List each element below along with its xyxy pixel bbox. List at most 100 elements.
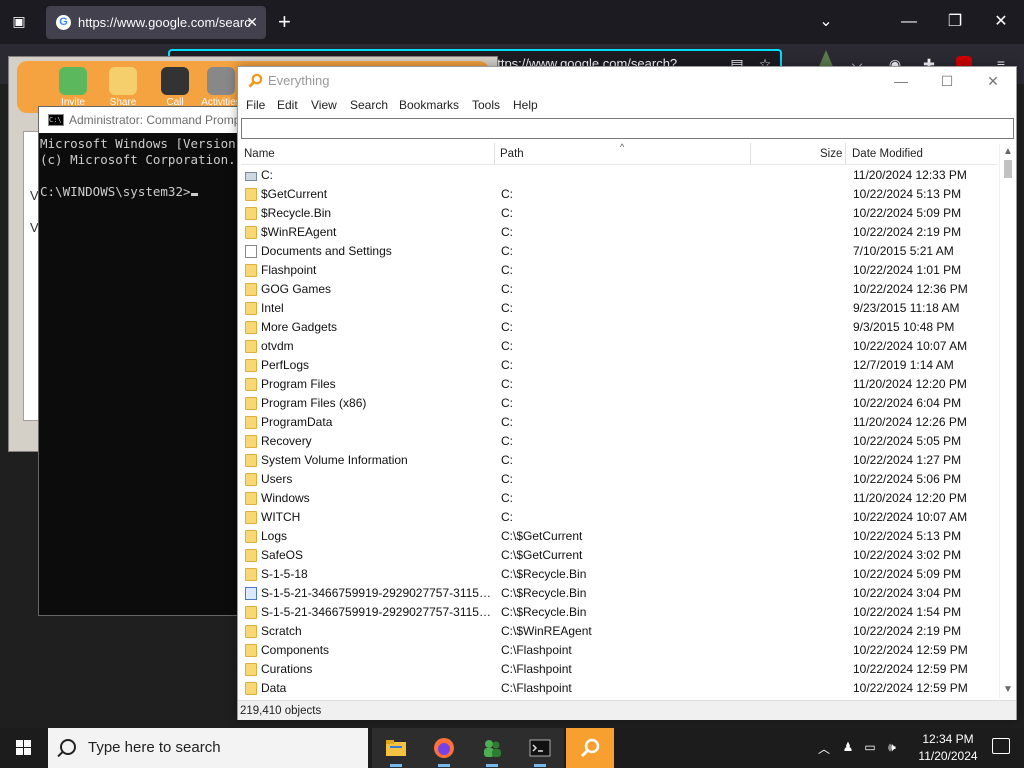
column-size[interactable]: Size <box>817 143 842 165</box>
scroll-down-icon[interactable]: ▼ <box>1000 682 1016 698</box>
result-row[interactable]: WITCH C: 10/22/2024 10:07 AM <box>241 508 997 527</box>
menu-search[interactable]: Search <box>350 98 388 112</box>
new-tab-button[interactable]: + <box>278 8 291 36</box>
network-icon[interactable]: ▭ <box>862 740 878 754</box>
result-row[interactable]: $WinREAgent C: 10/22/2024 2:19 PM <box>241 223 997 242</box>
activities-icon <box>207 67 235 95</box>
result-row[interactable]: S-1-5-21-3466759919-2929027757-3115332..… <box>241 584 997 603</box>
close-button[interactable]: ✕ <box>970 67 1016 95</box>
search-input[interactable] <box>241 118 1014 139</box>
vertical-scrollbar[interactable]: ▲ ▼ <box>999 144 1016 698</box>
minimize-button[interactable]: — <box>878 67 924 95</box>
result-path: C:\Flashpoint <box>501 643 572 657</box>
everything-window: Everything — ☐ ✕ File Edit View Search B… <box>237 66 1017 720</box>
result-name: Flashpoint <box>261 263 317 277</box>
scroll-up-icon[interactable]: ▲ <box>1000 144 1016 160</box>
browser-restore-button[interactable]: ❐ <box>943 10 967 34</box>
result-row[interactable]: Documents and Settings C: 7/10/2015 5:21 A… <box>241 242 997 261</box>
taskbar-file-explorer[interactable] <box>372 728 420 768</box>
menu-help[interactable]: Help <box>513 98 538 112</box>
result-path: C:\$Recycle.Bin <box>501 605 587 619</box>
result-name: Program Files (x86) <box>261 396 367 410</box>
result-date-modified: 7/10/2015 5:21 AM <box>853 244 954 258</box>
result-row[interactable]: SafeOS C:\$GetCurrent 10/22/2024 3:02 PM <box>241 546 997 565</box>
result-row[interactable]: S-1-5-18 C:\$Recycle.Bin 10/22/2024 5:09 P… <box>241 565 997 584</box>
result-row[interactable]: Windows C: 11/20/2024 12:20 PM <box>241 489 997 508</box>
result-date-modified: 10/22/2024 3:02 PM <box>853 548 962 562</box>
menu-view[interactable]: View <box>311 98 337 112</box>
taskbar-firefox[interactable] <box>420 728 468 768</box>
folder-icon <box>245 188 257 201</box>
result-path: C:\$GetCurrent <box>501 529 583 543</box>
volume-icon[interactable]: 🕪 <box>884 740 900 755</box>
call-button[interactable]: Call <box>153 67 197 108</box>
result-path: C: <box>501 510 513 524</box>
cmd-prompt: C:\WINDOWS\system32> <box>40 184 191 199</box>
result-row[interactable]: Components C:\Flashpoint 10/22/2024 12:59 … <box>241 641 997 660</box>
column-date-modified[interactable]: Date Modified <box>849 143 923 165</box>
column-divider[interactable] <box>845 143 846 165</box>
result-path: C: <box>501 453 513 467</box>
result-path: C: <box>501 282 513 296</box>
column-name[interactable]: Name <box>241 143 275 165</box>
browser-close-button[interactable]: ✕ <box>989 10 1013 34</box>
result-row[interactable]: More Gadgets C: 9/3/2015 10:48 PM <box>241 318 997 337</box>
sort-ascending-icon: ^ <box>620 142 625 152</box>
invite-button[interactable]: Invite <box>51 67 95 108</box>
result-row[interactable]: ProgramData C: 11/20/2024 12:26 PM <box>241 413 997 432</box>
scroll-thumb[interactable] <box>1004 160 1012 178</box>
result-row[interactable]: S-1-5-21-3466759919-2929027757-3115332..… <box>241 603 997 622</box>
result-row[interactable]: Flashpoint C: 10/22/2024 1:01 PM <box>241 261 997 280</box>
menu-edit[interactable]: Edit <box>277 98 298 112</box>
chevron-down-icon[interactable]: ⌄ <box>814 10 838 34</box>
taskbar-search-box[interactable]: Type here to search <box>48 728 368 768</box>
close-tab-icon[interactable]: ✕ <box>246 6 258 39</box>
taskbar-messenger[interactable] <box>468 728 516 768</box>
result-row[interactable]: $Recycle.Bin C: 10/22/2024 5:09 PM <box>241 204 997 223</box>
maximize-button[interactable]: ☐ <box>924 67 970 95</box>
notification-icon[interactable] <box>992 738 1010 754</box>
clock[interactable]: 12:34 PM 11/20/2024 <box>912 731 984 765</box>
result-name: Data <box>261 681 287 695</box>
chevron-up-icon[interactable]: ︿ <box>816 740 832 757</box>
menu-tools[interactable]: Tools <box>472 98 500 112</box>
menu-bookmarks[interactable]: Bookmarks <box>399 98 459 112</box>
result-date-modified: 12/7/2019 1:14 AM <box>853 358 954 372</box>
result-date-modified: 10/22/2024 5:13 PM <box>853 529 962 543</box>
result-name: $Recycle.Bin <box>261 206 332 220</box>
result-name: Components <box>261 643 330 657</box>
column-divider[interactable] <box>750 143 751 165</box>
column-path[interactable]: Path <box>497 143 524 165</box>
result-row[interactable]: $GetCurrent C: 10/22/2024 5:13 PM <box>241 185 997 204</box>
result-row[interactable]: Curations C:\Flashpoint 10/22/2024 12:59 P… <box>241 660 997 679</box>
everything-titlebar[interactable]: Everything — ☐ ✕ <box>238 67 1016 95</box>
browser-minimize-button[interactable]: — <box>897 10 921 34</box>
taskbar-command-prompt[interactable] <box>516 728 564 768</box>
result-row[interactable]: Logs C:\$GetCurrent 10/22/2024 5:13 PM <box>241 527 997 546</box>
browser-tab[interactable]: G https://www.google.com/searc ✕ <box>46 6 266 39</box>
result-row[interactable]: Program Files C: 11/20/2024 12:20 PM <box>241 375 997 394</box>
result-row[interactable]: Intel C: 9/23/2015 11:18 AM <box>241 299 997 318</box>
result-row[interactable]: GOG Games C: 10/22/2024 12:36 PM <box>241 280 997 299</box>
result-row[interactable]: System Volume Information C: 10/22/2024 1:… <box>241 451 997 470</box>
folder-icon <box>245 435 257 448</box>
start-button[interactable] <box>0 728 48 768</box>
list-all-tabs-icon[interactable]: ▣ <box>10 12 28 30</box>
result-row[interactable]: otvdm C: 10/22/2024 10:07 AM <box>241 337 997 356</box>
result-row[interactable]: Scratch C:\$WinREAgent 10/22/2024 2:19 PM <box>241 622 997 641</box>
taskbar-everything[interactable] <box>566 728 614 768</box>
result-path: C: <box>501 263 513 277</box>
result-name: Scratch <box>261 624 302 638</box>
result-row[interactable]: C: 11/20/2024 12:33 PM <box>241 166 997 185</box>
menu-file[interactable]: File <box>246 98 265 112</box>
result-date-modified: 10/22/2024 12:59 PM <box>853 662 968 676</box>
result-date-modified: 10/22/2024 1:54 PM <box>853 605 962 619</box>
result-row[interactable]: Data C:\Flashpoint 10/22/2024 12:59 PM <box>241 679 997 698</box>
column-divider[interactable] <box>494 143 495 165</box>
result-row[interactable]: Program Files (x86) C: 10/22/2024 6:04 PM <box>241 394 997 413</box>
messenger-tray-icon[interactable]: ♟ <box>840 740 856 754</box>
result-row[interactable]: PerfLogs C: 12/7/2019 1:14 AM <box>241 356 997 375</box>
taskbar-search-placeholder: Type here to search <box>88 739 221 756</box>
result-row[interactable]: Recovery C: 10/22/2024 5:05 PM <box>241 432 997 451</box>
result-row[interactable]: Users C: 10/22/2024 5:06 PM <box>241 470 997 489</box>
